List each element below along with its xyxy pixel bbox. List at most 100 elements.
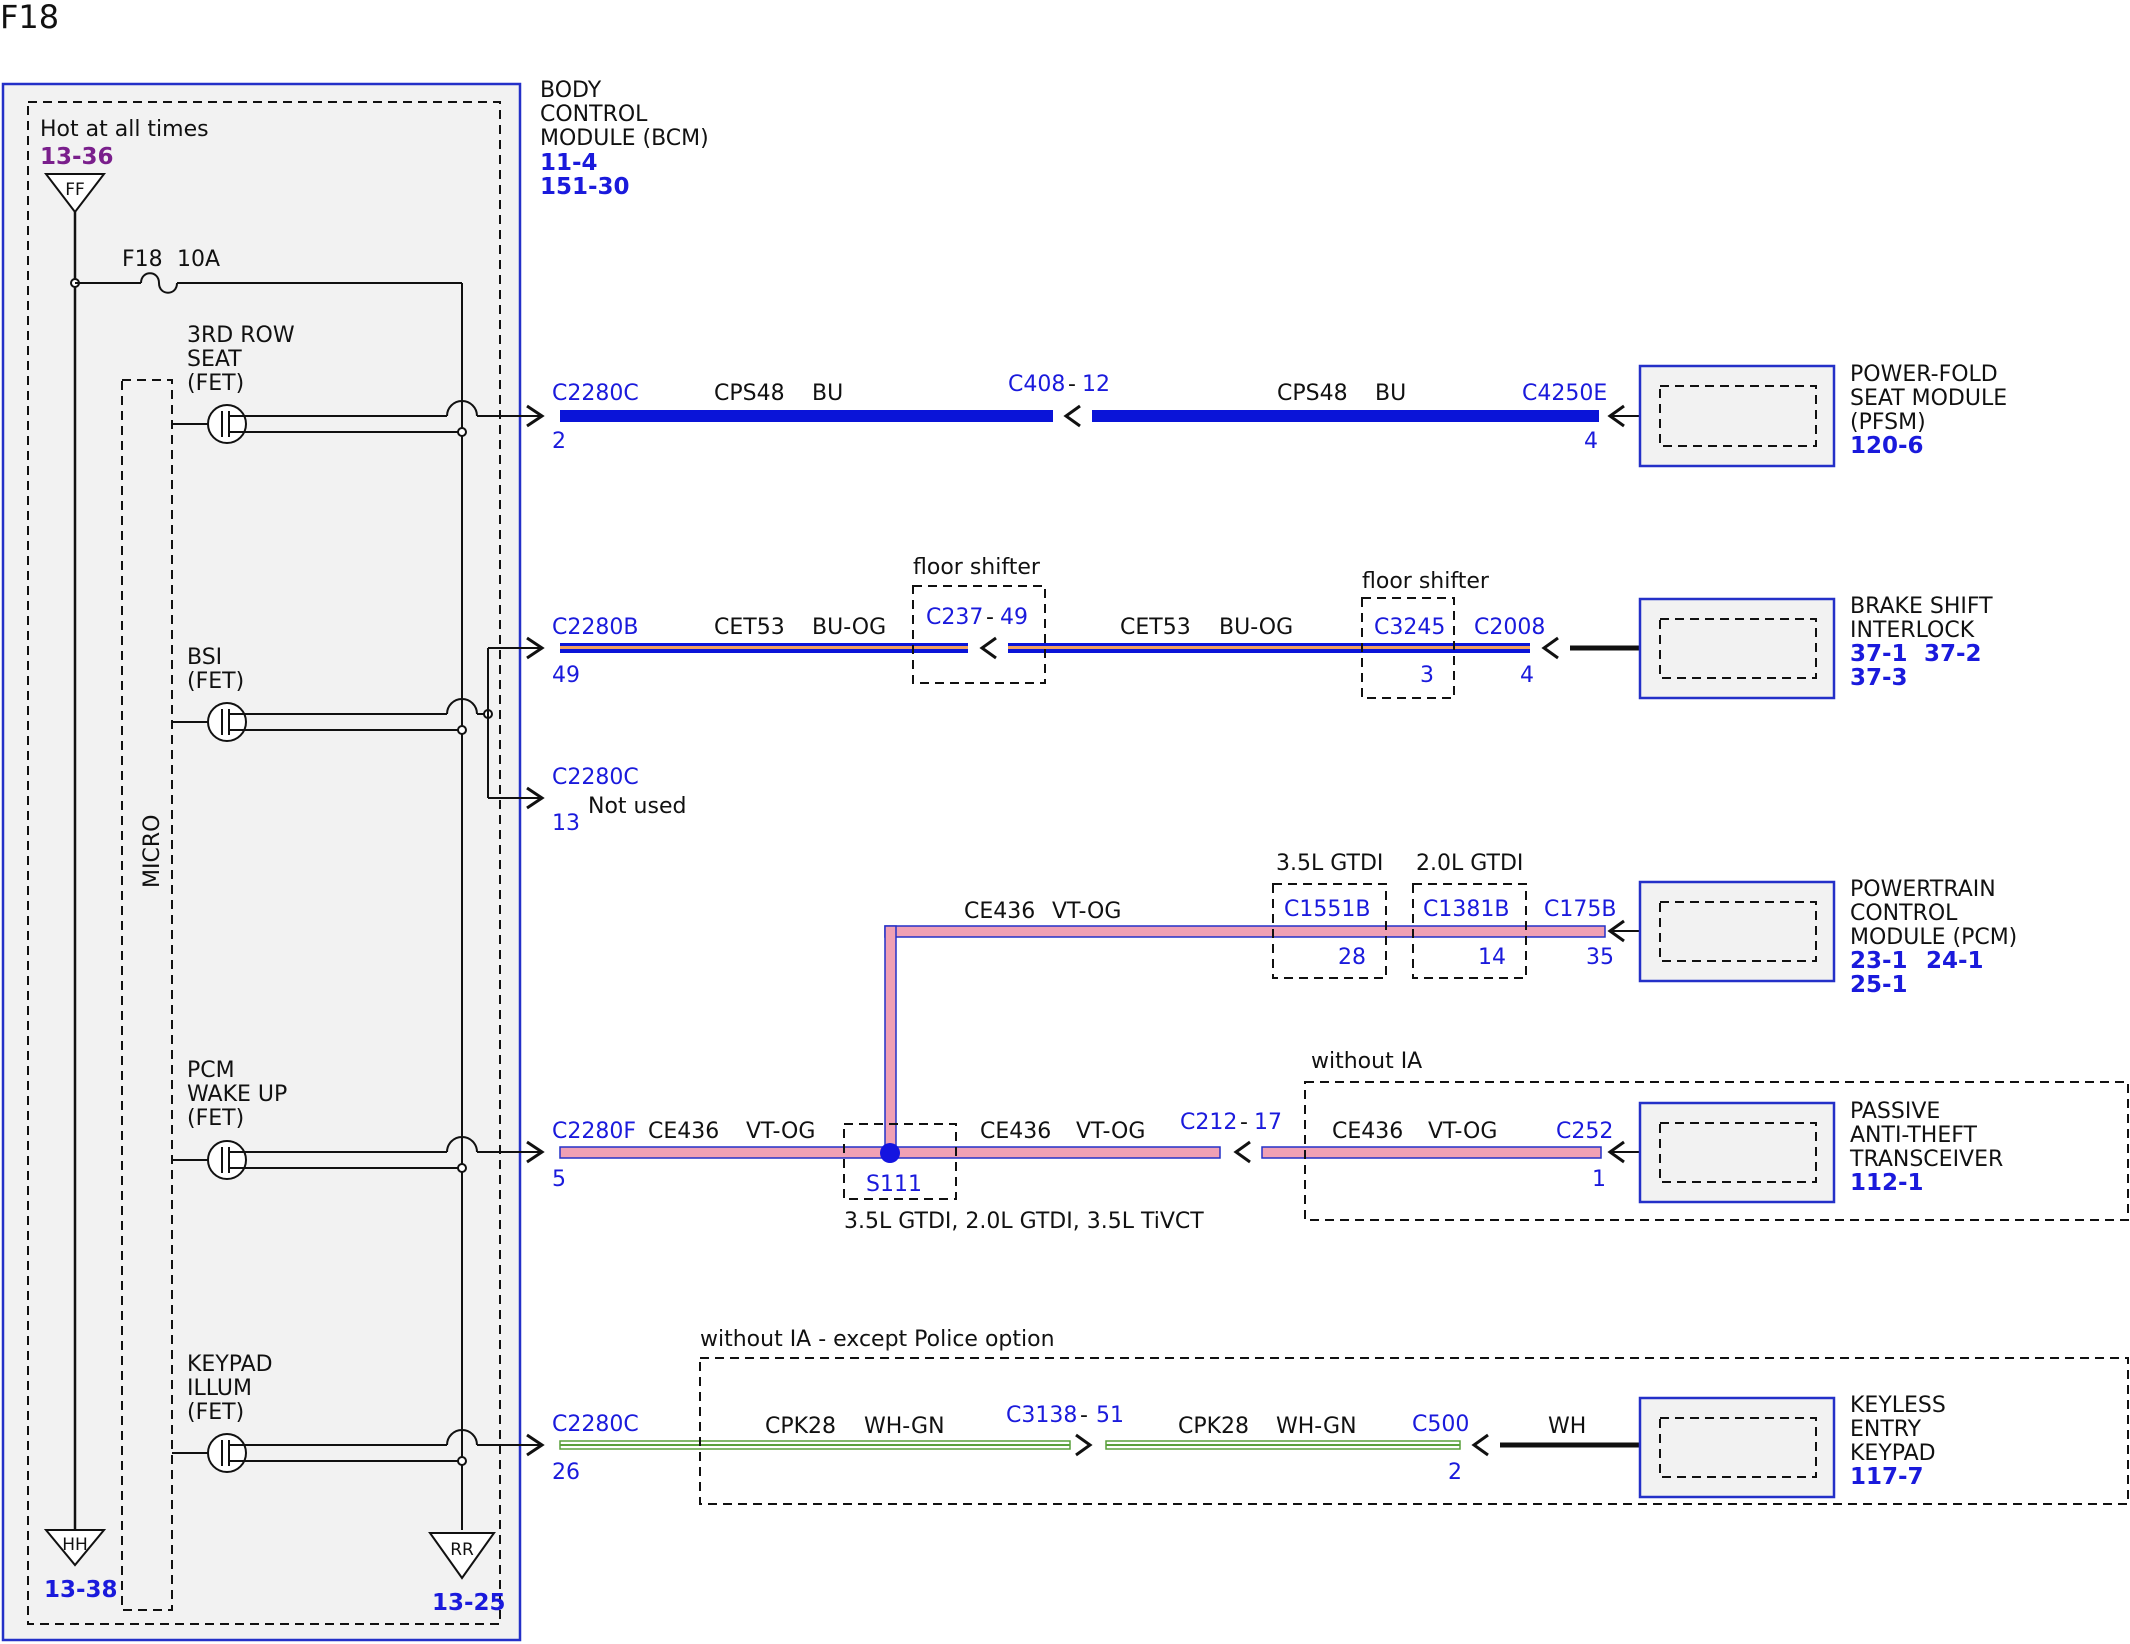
s111-label: S111 [866,1172,922,1197]
splice-dot [457,427,467,437]
micro-label: MICRO [140,815,165,888]
dash-sep: - [1068,372,1076,397]
pfsm-color-1: BU [812,381,843,406]
pfsm-ref: 120-6 [1850,433,1924,459]
hh-label: HH [62,1535,88,1555]
keypad-color-2: WH-GN [1276,1414,1357,1439]
bsi-name-2: INTERLOCK [1850,618,1975,643]
hot-at-all-times-label: Hot at all times [40,117,209,142]
pfsm-color-2: BU [1375,381,1406,406]
circuit-keypad: without IA - except Police option C2280C… [526,1327,2129,1505]
c1551b-connector: C1551B [1284,897,1370,922]
bsi-ref-1: 37-1 [1850,641,1908,667]
keypad-device-connector: C500 [1412,1412,1469,1437]
circuit-pats: S111 3.5L GTDI, 2.0L GTDI, 3.5L TiVCT wi… [526,1049,2129,1234]
pats-circuit-3: CE436 [1332,1119,1403,1144]
pats-circuit-1: CE436 [648,1119,719,1144]
pats-inline-pin: 17 [1254,1110,1282,1135]
s111-splice-dot [880,1143,900,1163]
pfsm-name-2: SEAT MODULE [1850,386,2007,411]
fet-3rd-row-label-2: SEAT [187,347,242,372]
bsi-circuit-2: CET53 [1120,615,1191,640]
pfsm-circuit-2: CPS48 [1277,381,1348,406]
circuit-pcm: CE436 VT-OG 3.5L GTDI C1551B 28 2.0L GTD… [884,851,2017,1157]
bsi-color-1: BU-OG [812,615,886,640]
fet-bsi-label-1: BSI [187,645,222,670]
keypad-device-box [1638,1396,1836,1499]
fet-3rd-row-label-1: 3RD ROW [187,323,295,348]
pfsm-device-pin: 4 [1584,429,1598,454]
keypad-bcm-pin: 26 [552,1460,580,1485]
splice-dot [457,1456,467,1466]
ff-label: FF [65,180,85,200]
not-used-bcm-pin: 13 [552,811,580,836]
bsi-device-pin: 4 [1520,663,1534,688]
bsi-circuit-1: CET53 [714,615,785,640]
keypad-inline-pin: 51 [1096,1403,1124,1428]
rr-label: RR [450,1540,474,1560]
pats-bcm-pin: 5 [552,1167,566,1192]
fuse-rating: 10A [177,247,220,272]
pats-color-1: VT-OG [746,1119,815,1144]
bcm-ref-1: 11-4 [540,150,598,176]
pfsm-device-box [1638,364,1836,468]
bcm-module: BODY CONTROL MODULE (BCM) 11-4 151-30 Ho… [1,78,709,1642]
keypad-color-1: WH-GN [864,1414,945,1439]
c1381b-connector: C1381B [1423,897,1509,922]
hh-ref: 13-38 [44,1577,118,1603]
fet-bsi-label-2: (FET) [187,669,244,694]
floor-shifter-note-1: floor shifter [913,555,1041,580]
bcm-title-2: CONTROL [540,102,648,127]
pfsm-name-3: (PFSM) [1850,410,1926,435]
page-title: F18 [0,0,59,36]
bcm-title-1: BODY [540,78,602,103]
pcm-name-2: CONTROL [1850,901,1958,926]
pats-name-2: ANTI-THEFT [1850,1123,1978,1148]
splice-dot [457,1163,467,1173]
pats-inline-connector: C212 [1180,1110,1237,1135]
c1551b-pin: 28 [1338,945,1366,970]
fet-pcm-label-3: (FET) [187,1106,244,1131]
fet-keypad-label-1: KEYPAD [187,1352,273,1377]
c1551b-note: 3.5L GTDI [1276,851,1383,876]
connector-arrow-icon [1075,1433,1093,1457]
without-ia-note: without IA [1311,1049,1422,1074]
keypad-circuit-1: CPK28 [765,1414,836,1439]
bsi-device-box [1638,597,1836,700]
wire-ce436-riser [884,925,897,1157]
wire-cps48-1 [560,410,1053,422]
dash-sep: - [1240,1110,1248,1135]
pats-bcm-connector: C2280F [552,1119,636,1144]
pcm-device-box [1638,880,1836,983]
fet-pcm-label-2: WAKE UP [187,1082,287,1107]
splice-dot [457,725,467,735]
without-ia-police-note: without IA - except Police option [700,1327,1055,1352]
pats-color-3: VT-OG [1428,1119,1497,1144]
pcm-ref-3: 25-1 [1850,972,1908,998]
hot-ref: 13-36 [40,144,114,170]
rr-ref: 13-25 [432,1590,506,1616]
pats-device-connector: C252 [1556,1119,1613,1144]
connector-arrow-icon [1063,404,1081,428]
wire-cet53-1-stripe [560,646,968,649]
pats-circuit-2: CE436 [980,1119,1051,1144]
bsi-c3245-pin: 3 [1420,663,1434,688]
pats-device-box [1638,1101,1836,1204]
bsi-c3245-connector: C3245 [1374,615,1445,640]
pcm-device-connector: C175B [1544,897,1616,922]
pfsm-inline-connector: C408 [1008,372,1065,397]
pfsm-device-connector: C4250E [1522,381,1607,406]
circuit-pfsm: C2280C 2 CPS48 BU C408 - 12 CPS48 BU C42… [526,362,2007,468]
pfsm-bcm-pin: 2 [552,429,566,454]
pcm-name-1: POWERTRAIN [1850,877,1996,902]
keypad-name-1: KEYLESS [1850,1393,1946,1418]
pcm-name-3: MODULE (PCM) [1850,925,2017,950]
bsi-inline-pin: 49 [1000,605,1028,630]
pats-ref: 112-1 [1850,1170,1924,1196]
pats-device-pin: 1 [1592,1167,1606,1192]
wire-ce436-pcm [884,925,1606,938]
connector-arrow-icon [1233,1140,1251,1164]
pfsm-bcm-connector: C2280C [552,381,639,406]
circuit-not-used: C2280C 13 Not used [526,765,686,836]
pcm-ref-2: 24-1 [1926,948,1984,974]
